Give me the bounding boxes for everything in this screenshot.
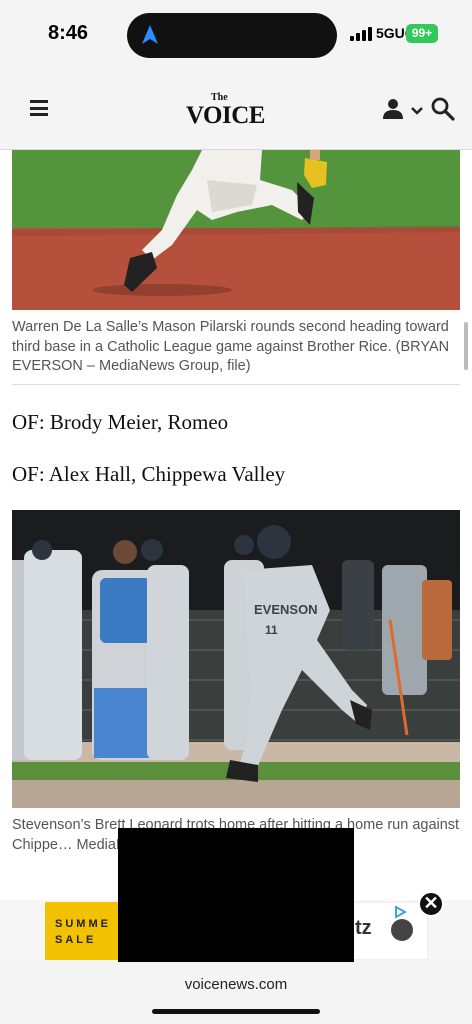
browser-url-bar[interactable]: voicenews.com — [0, 962, 472, 1024]
ad-text: SALE — [55, 934, 97, 946]
ad-brand-panel[interactable]: tz — [352, 902, 428, 960]
player-line: OF: Brody Meier, Romeo — [12, 410, 229, 434]
divider — [12, 384, 460, 385]
location-arrow-icon — [142, 25, 158, 44]
home-indicator[interactable] — [152, 1009, 320, 1014]
scrollbar[interactable] — [464, 322, 468, 370]
ad-sale-panel[interactable]: SUMME SALE — [45, 902, 119, 960]
player-line: OF: Alex Hall, Chippewa Valley — [12, 462, 286, 486]
site-logo[interactable]: The VOICE — [186, 92, 266, 129]
svg-text:EVENSON: EVENSON — [254, 602, 318, 617]
menu-icon[interactable] — [30, 100, 48, 116]
search-icon[interactable] — [430, 96, 456, 122]
battery-icon: 99+ — [406, 24, 438, 43]
dynamic-island — [127, 13, 337, 58]
ad-brand-text: tz — [355, 917, 372, 939]
chevron-down-icon[interactable] — [410, 106, 424, 116]
status-bar: 8:46 5GUC 99+ — [0, 0, 472, 70]
ad-text: SUMME — [55, 918, 111, 930]
article-photo-home-run[interactable]: EVENSON 11 — [12, 510, 460, 808]
status-time: 8:46 — [48, 22, 89, 44]
article-photo-baserunner[interactable] — [12, 150, 460, 310]
svg-text:11: 11 — [265, 623, 278, 637]
photo-caption: Warren De La Salle’s Mason Pilarski roun… — [12, 319, 450, 374]
url-text[interactable]: voicenews.com — [0, 976, 472, 993]
logo-voice: VOICE — [186, 102, 265, 129]
user-icon[interactable] — [382, 98, 404, 120]
signal-icon — [350, 27, 372, 41]
ad-overlay-black[interactable] — [118, 828, 354, 962]
photo-baserunner-image — [12, 150, 460, 310]
photo-home-run-image: EVENSON 11 — [12, 510, 460, 808]
ad-close-button[interactable]: ✕ — [418, 891, 444, 917]
adchoices-icon[interactable] — [393, 905, 407, 919]
ad-go-arrow-icon[interactable] — [391, 919, 413, 941]
